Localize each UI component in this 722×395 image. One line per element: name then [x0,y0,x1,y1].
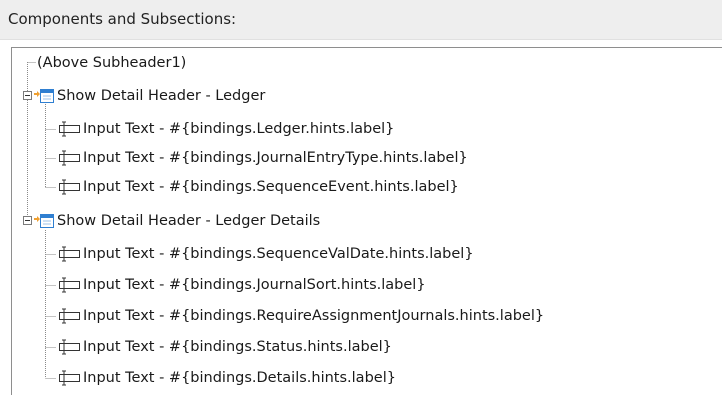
tree-item-input-text[interactable]: Input Text - #{bindings.JournalSort.hint… [56,272,426,298]
input-text-icon [59,308,80,324]
collapse-toggle-icon[interactable] [23,216,32,225]
panel-title: Components and Subsections: [8,10,237,28]
tree-item-label: Input Text - #{bindings.SequenceValDate.… [83,246,474,262]
input-text-icon [59,339,80,355]
tree-item-label: (Above Subheader1) [37,55,187,71]
tree-item-label: Input Text - #{bindings.RequireAssignmen… [83,308,545,324]
tree-item-label: Show Detail Header - Ledger Details [57,213,321,229]
tree-item-section-ledger[interactable]: Show Detail Header - Ledger [33,83,265,109]
collapse-toggle-icon[interactable] [23,91,32,100]
show-detail-header-icon [34,214,54,228]
tree-item-root-placeholder[interactable]: (Above Subheader1) [37,50,186,76]
show-detail-header-icon [34,89,54,103]
tree-item-input-text[interactable]: Input Text - #{bindings.SequenceValDate.… [56,241,474,267]
tree-item-input-text[interactable]: Input Text - #{bindings.RequireAssignmen… [56,303,544,329]
tree-item-label: Input Text - #{bindings.Status.hints.lab… [83,339,392,355]
tree-item-input-text[interactable]: Input Text - #{bindings.Ledger.hints.lab… [56,116,394,142]
tree-item-section-ledger-details[interactable]: Show Detail Header - Ledger Details [33,208,320,234]
components-panel: Components and Subsections: (Above Subhe… [0,0,722,395]
tree-item-label: Input Text - #{bindings.SequenceEvent.hi… [83,179,459,195]
input-text-icon [59,370,80,386]
input-text-icon [59,179,80,195]
input-text-icon [59,150,80,166]
panel-header: Components and Subsections: [0,0,722,40]
tree-item-label: Input Text - #{bindings.Ledger.hints.lab… [83,121,395,137]
input-text-icon [59,246,80,262]
tree-item-input-text[interactable]: Input Text - #{bindings.Details.hints.la… [56,365,396,391]
tree-item-label: Input Text - #{bindings.JournalEntryType… [83,150,468,166]
input-text-icon [59,121,80,137]
tree-item-input-text[interactable]: Input Text - #{bindings.Status.hints.lab… [56,334,392,360]
tree-item-input-text[interactable]: Input Text - #{bindings.JournalEntryType… [56,145,468,171]
tree-item-label: Input Text - #{bindings.Details.hints.la… [83,370,396,386]
tree-item-label: Input Text - #{bindings.JournalSort.hint… [83,277,426,293]
input-text-icon [59,277,80,293]
tree-item-label: Show Detail Header - Ledger [57,88,266,104]
tree-item-input-text[interactable]: Input Text - #{bindings.SequenceEvent.hi… [56,174,459,200]
